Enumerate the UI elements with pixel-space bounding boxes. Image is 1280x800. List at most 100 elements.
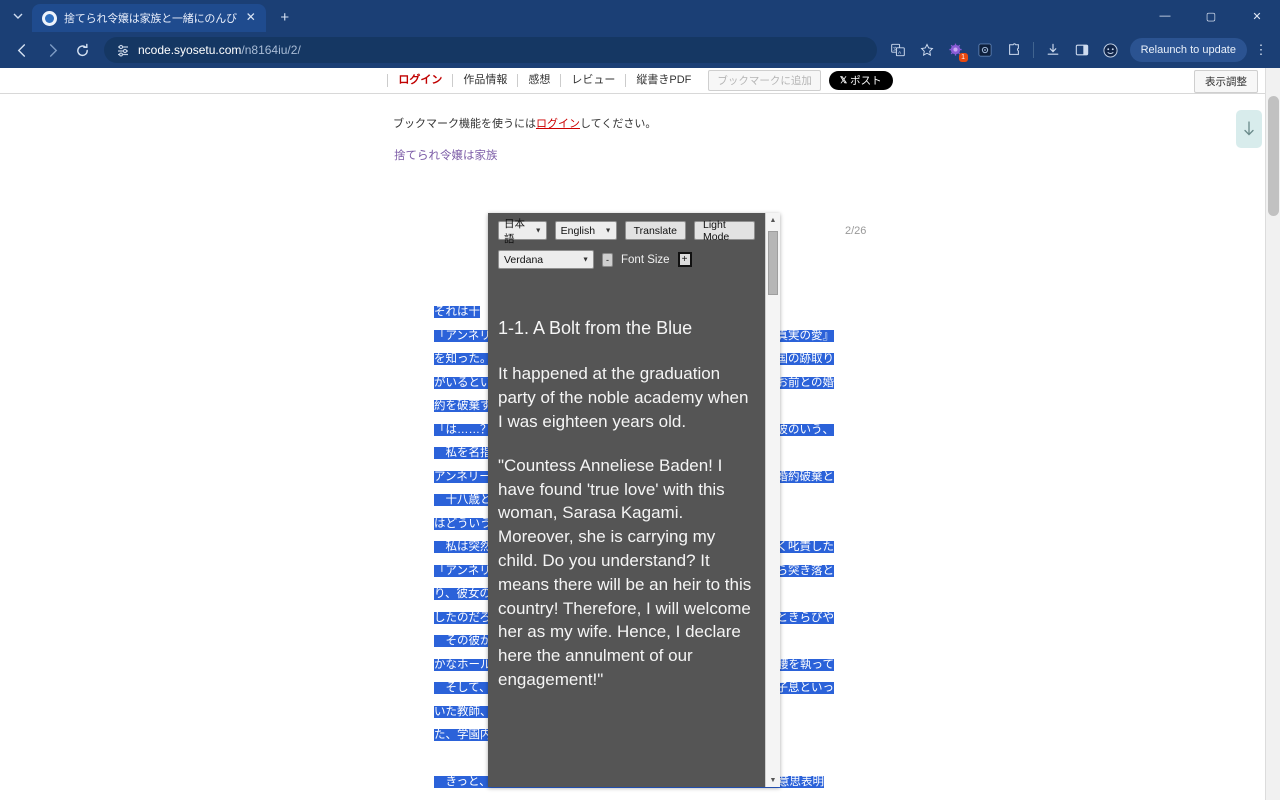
- translator-panel[interactable]: 日本語 ▼ English ▼ Translate Light Mode Ver…: [488, 213, 780, 787]
- site-favicon: [42, 10, 57, 26]
- selected-text: かなホール: [434, 658, 492, 671]
- selected-text: 十八歳と: [434, 494, 492, 506]
- new-tab-button[interactable]: +: [272, 4, 298, 30]
- nav-item-work-info[interactable]: 作品情報: [453, 74, 519, 87]
- chevron-down-icon: ▼: [604, 227, 612, 234]
- site-settings-icon[interactable]: [116, 43, 130, 57]
- translate-button[interactable]: Translate: [624, 221, 686, 240]
- selected-text: 国の跡取り: [776, 353, 834, 365]
- translator-scrollbar-thumb[interactable]: [768, 231, 778, 295]
- selected-text: いた教師、: [434, 705, 492, 718]
- page-indicator: 2/26: [845, 225, 867, 237]
- selected-text: 真実の愛』: [776, 329, 834, 342]
- relaunch-to-update-button[interactable]: Relaunch to update: [1129, 38, 1247, 62]
- extension-badge-count: 1: [958, 53, 968, 62]
- selected-text: り、彼女の: [434, 588, 492, 600]
- x-post-button[interactable]: 𝕏 X ポスト ポスト: [828, 71, 893, 90]
- svg-text:文: 文: [892, 45, 897, 52]
- translated-text-container: 1-1. A Bolt from the Blue It happened at…: [498, 317, 755, 692]
- site-nav-links: ログイン 作品情報 感想 レビュー 縦書きPDF ブックマークに追加 𝕏 X ポ…: [387, 70, 893, 91]
- translated-paragraph-1: It happened at the graduation party of t…: [498, 364, 749, 431]
- scroll-down-icon[interactable]: ▼: [766, 773, 780, 787]
- translator-scrollbar[interactable]: ▲ ▼: [765, 213, 780, 787]
- nav-item-reviews[interactable]: レビュー: [561, 74, 627, 87]
- selected-text: 彼のいう、: [776, 423, 834, 436]
- address-bar[interactable]: ncode.syosetu.com/n8164iu/2/: [104, 37, 877, 63]
- tab-search-icon[interactable]: [4, 2, 32, 30]
- font-size-label: Font Size: [621, 253, 670, 266]
- font-size-decrease-button[interactable]: -: [602, 252, 613, 267]
- scroll-up-icon[interactable]: ▲: [766, 213, 780, 227]
- selected-text: ときらびや: [776, 611, 834, 624]
- nav-item-impressions[interactable]: 感想: [518, 74, 562, 87]
- bookmark-notice: ブックマーク機能を使うにはログインしてください。: [393, 115, 1280, 131]
- selected-text: 婚約破棄と: [776, 470, 834, 483]
- selected-text: その彼が: [434, 635, 492, 647]
- selected-text: 「アンネリ: [434, 564, 491, 577]
- selected-text: それは十: [434, 306, 480, 318]
- toolbar-right-actions: 文 A 1 Relaunch to update ⋮: [885, 37, 1272, 63]
- forward-icon[interactable]: [38, 36, 66, 64]
- selected-text: を知った。: [434, 353, 492, 365]
- page-scrollbar-thumb[interactable]: [1268, 96, 1279, 216]
- bookmark-notice-login-link[interactable]: ログイン: [536, 118, 580, 130]
- page-scrollbar[interactable]: [1265, 68, 1280, 800]
- back-icon[interactable]: [8, 36, 36, 64]
- bookmark-star-icon[interactable]: [914, 37, 940, 63]
- scroll-to-bottom-button[interactable]: [1236, 110, 1262, 148]
- selected-text: く叱責した: [776, 541, 834, 553]
- selected-text: がいるとい: [434, 376, 492, 389]
- maximize-button[interactable]: ▢: [1188, 0, 1234, 32]
- selected-text: ら突き落と: [776, 564, 834, 577]
- source-language-select[interactable]: 日本語 ▼: [498, 218, 547, 245]
- nav-item-login[interactable]: ログイン: [387, 74, 454, 87]
- translator-controls-row-2: Verdana ▼ - Font Size +: [498, 250, 755, 269]
- nav-item-vertical-pdf[interactable]: 縦書きPDF: [626, 74, 701, 87]
- selected-text: 「は……？: [434, 423, 492, 436]
- selected-text: 私は突然: [434, 541, 492, 553]
- selected-text: はどういう: [434, 517, 492, 530]
- translated-heading: 1-1. A Bolt from the Blue: [498, 318, 693, 338]
- light-mode-button[interactable]: Light Mode: [693, 219, 755, 243]
- display-settings-button[interactable]: 表示調整: [1194, 70, 1258, 93]
- translate-icon[interactable]: 文 A: [885, 37, 911, 63]
- translator-content: 日本語 ▼ English ▼ Translate Light Mode Ver…: [488, 213, 765, 787]
- chevron-down-icon: ▼: [534, 227, 542, 234]
- chevron-down-icon: ▼: [582, 256, 589, 263]
- font-size-increase-button[interactable]: +: [677, 252, 692, 267]
- x-logo-icon: 𝕏: [839, 75, 848, 85]
- extension-dark-icon[interactable]: [972, 37, 998, 63]
- close-icon[interactable]: ✕: [244, 11, 258, 25]
- selected-text: そして、: [434, 682, 491, 694]
- bookmark-notice-suffix: してください。: [580, 118, 657, 130]
- page-viewport: ログイン 作品情報 感想 レビュー 縦書きPDF ブックマークに追加 𝕏 X ポ…: [0, 68, 1280, 800]
- selected-text: 約を破棄す: [434, 400, 492, 412]
- avatar-icon[interactable]: [1098, 37, 1124, 63]
- target-language-value: English: [560, 224, 596, 237]
- add-bookmark-button[interactable]: ブックマークに追加: [708, 70, 821, 91]
- novel-title-link[interactable]: 捨てられ令嬢は家族: [394, 147, 1280, 163]
- url-host: ncode.syosetu.com: [138, 43, 242, 57]
- browser-window: 捨てられ令嬢は家族と一緒にのんび ✕ + — ▢ ✕ ncode.syosetu…: [0, 0, 1280, 800]
- selected-text: た、学園内: [434, 729, 492, 741]
- selected-text: 「アンネリ: [434, 329, 491, 342]
- puzzle-icon[interactable]: [1001, 37, 1027, 63]
- reload-icon[interactable]: [68, 36, 96, 64]
- extension-puzzle-icon[interactable]: 1: [943, 37, 969, 63]
- window-controls: — ▢ ✕: [1142, 0, 1280, 32]
- toolbar-divider: [1032, 42, 1034, 58]
- target-language-select[interactable]: English ▼: [554, 221, 617, 240]
- source-language-value: 日本語: [504, 217, 525, 245]
- selected-text: お前との婚: [776, 376, 834, 389]
- close-window-button[interactable]: ✕: [1234, 0, 1280, 32]
- tab-strip: 捨てられ令嬢は家族と一緒にのんび ✕ + — ▢ ✕: [0, 0, 1280, 32]
- side-panel-icon[interactable]: [1069, 37, 1095, 63]
- tab-title: 捨てられ令嬢は家族と一緒にのんび: [64, 13, 237, 25]
- selected-text: 私を名指: [434, 447, 492, 459]
- kebab-menu-icon[interactable]: ⋮: [1250, 37, 1272, 63]
- x-post-text: ポスト: [850, 75, 882, 87]
- minimize-button[interactable]: —: [1142, 0, 1188, 32]
- browser-tab[interactable]: 捨てられ令嬢は家族と一緒にのんび ✕: [32, 4, 266, 32]
- font-family-select[interactable]: Verdana ▼: [498, 250, 594, 269]
- download-icon[interactable]: [1040, 37, 1066, 63]
